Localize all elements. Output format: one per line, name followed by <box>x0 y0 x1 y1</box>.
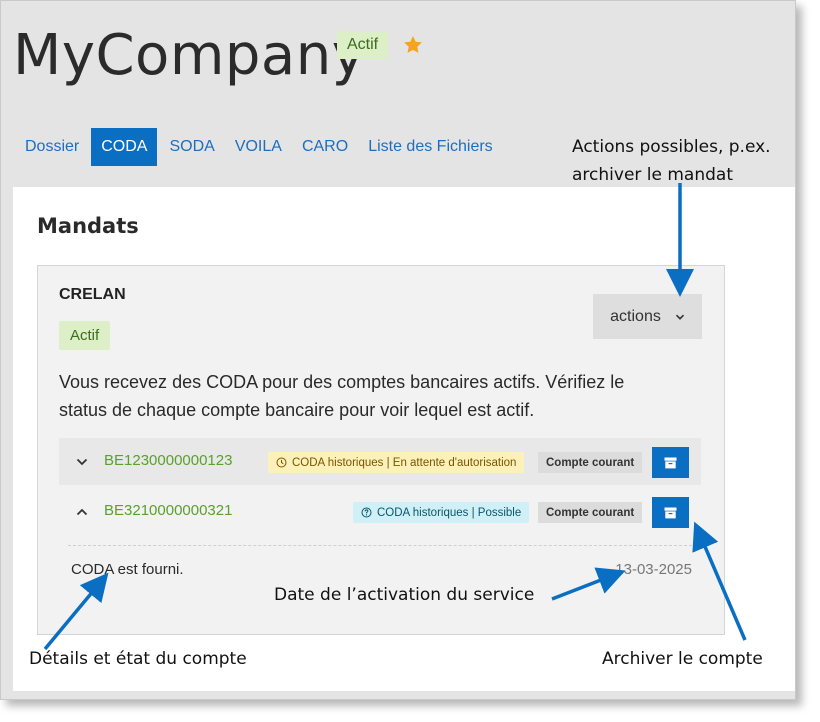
tab-soda[interactable]: SODA <box>159 128 224 166</box>
annotation-actions-line1: Actions possibles, p.ex. <box>572 137 771 157</box>
actions-label: actions <box>610 307 661 325</box>
coda-status-text: CODA historiques | Possible <box>377 506 522 519</box>
chevron-down-icon[interactable] <box>76 456 88 468</box>
account-type-badge: Compte courant <box>538 502 643 523</box>
divider <box>68 545 692 546</box>
coda-status-badge: CODA historiques | Possible <box>353 502 530 523</box>
account-type-badge: Compte courant <box>538 452 643 473</box>
account-row: BE3210000000321 CODA historiques | Possi… <box>59 488 701 535</box>
annotation-actions: Actions possibles, p.ex. archiver le man… <box>572 133 771 189</box>
star-icon[interactable] <box>402 34 424 56</box>
tab-caro[interactable]: CARO <box>292 128 358 166</box>
archive-account-button[interactable] <box>652 447 689 478</box>
account-detail-text: CODA est fourni. <box>71 561 184 578</box>
account-iban[interactable]: BE3210000000321 <box>104 502 232 519</box>
archive-icon <box>664 507 677 518</box>
company-status-badge: Actif <box>337 31 389 59</box>
actions-dropdown-button[interactable]: actions <box>593 294 702 339</box>
tab-voila[interactable]: VOILA <box>225 128 292 166</box>
page-title: MyCompany <box>13 23 366 88</box>
mandate-description: Vous recevez des CODA pour des comptes b… <box>59 372 625 420</box>
bank-name: CRELAN <box>59 286 126 303</box>
activation-date: 13-03-2025 <box>615 561 692 578</box>
annotation-archive-account: Archiver le compte <box>602 649 763 669</box>
archive-account-button[interactable] <box>652 497 689 528</box>
clock-icon <box>276 457 287 468</box>
annotation-account-details: Détails et état du compte <box>29 649 247 669</box>
mandate-status-badge: Actif <box>59 321 111 350</box>
coda-status-badge: CODA historiques | En attente d'autorisa… <box>268 452 525 473</box>
mandate-card: CRELAN Actif actions Vous recevez des CO… <box>37 265 725 635</box>
question-circle-icon <box>361 507 372 518</box>
section-title: Mandats <box>37 214 139 238</box>
tab-liste-des-fichiers[interactable]: Liste des Fichiers <box>358 128 503 166</box>
chevron-up-icon[interactable] <box>76 506 88 518</box>
tab-dossier[interactable]: Dossier <box>15 128 89 166</box>
tab-coda[interactable]: CODA <box>91 128 158 166</box>
archive-icon <box>664 457 677 468</box>
chevron-down-icon <box>675 314 684 320</box>
annotation-actions-line2: archiver le mandat <box>572 165 734 185</box>
tab-bar: Dossier CODA SODA VOILA CARO Liste des F… <box>15 128 503 166</box>
main-content: Mandats CRELAN Actif actions Vous receve… <box>13 187 795 691</box>
annotation-activation-date: Date de l’activation du service <box>274 585 535 605</box>
coda-status-text: CODA historiques | En attente d'autorisa… <box>292 456 517 469</box>
account-row: BE1230000000123 CODA historiques | En at… <box>59 438 701 485</box>
account-iban[interactable]: BE1230000000123 <box>104 452 232 469</box>
